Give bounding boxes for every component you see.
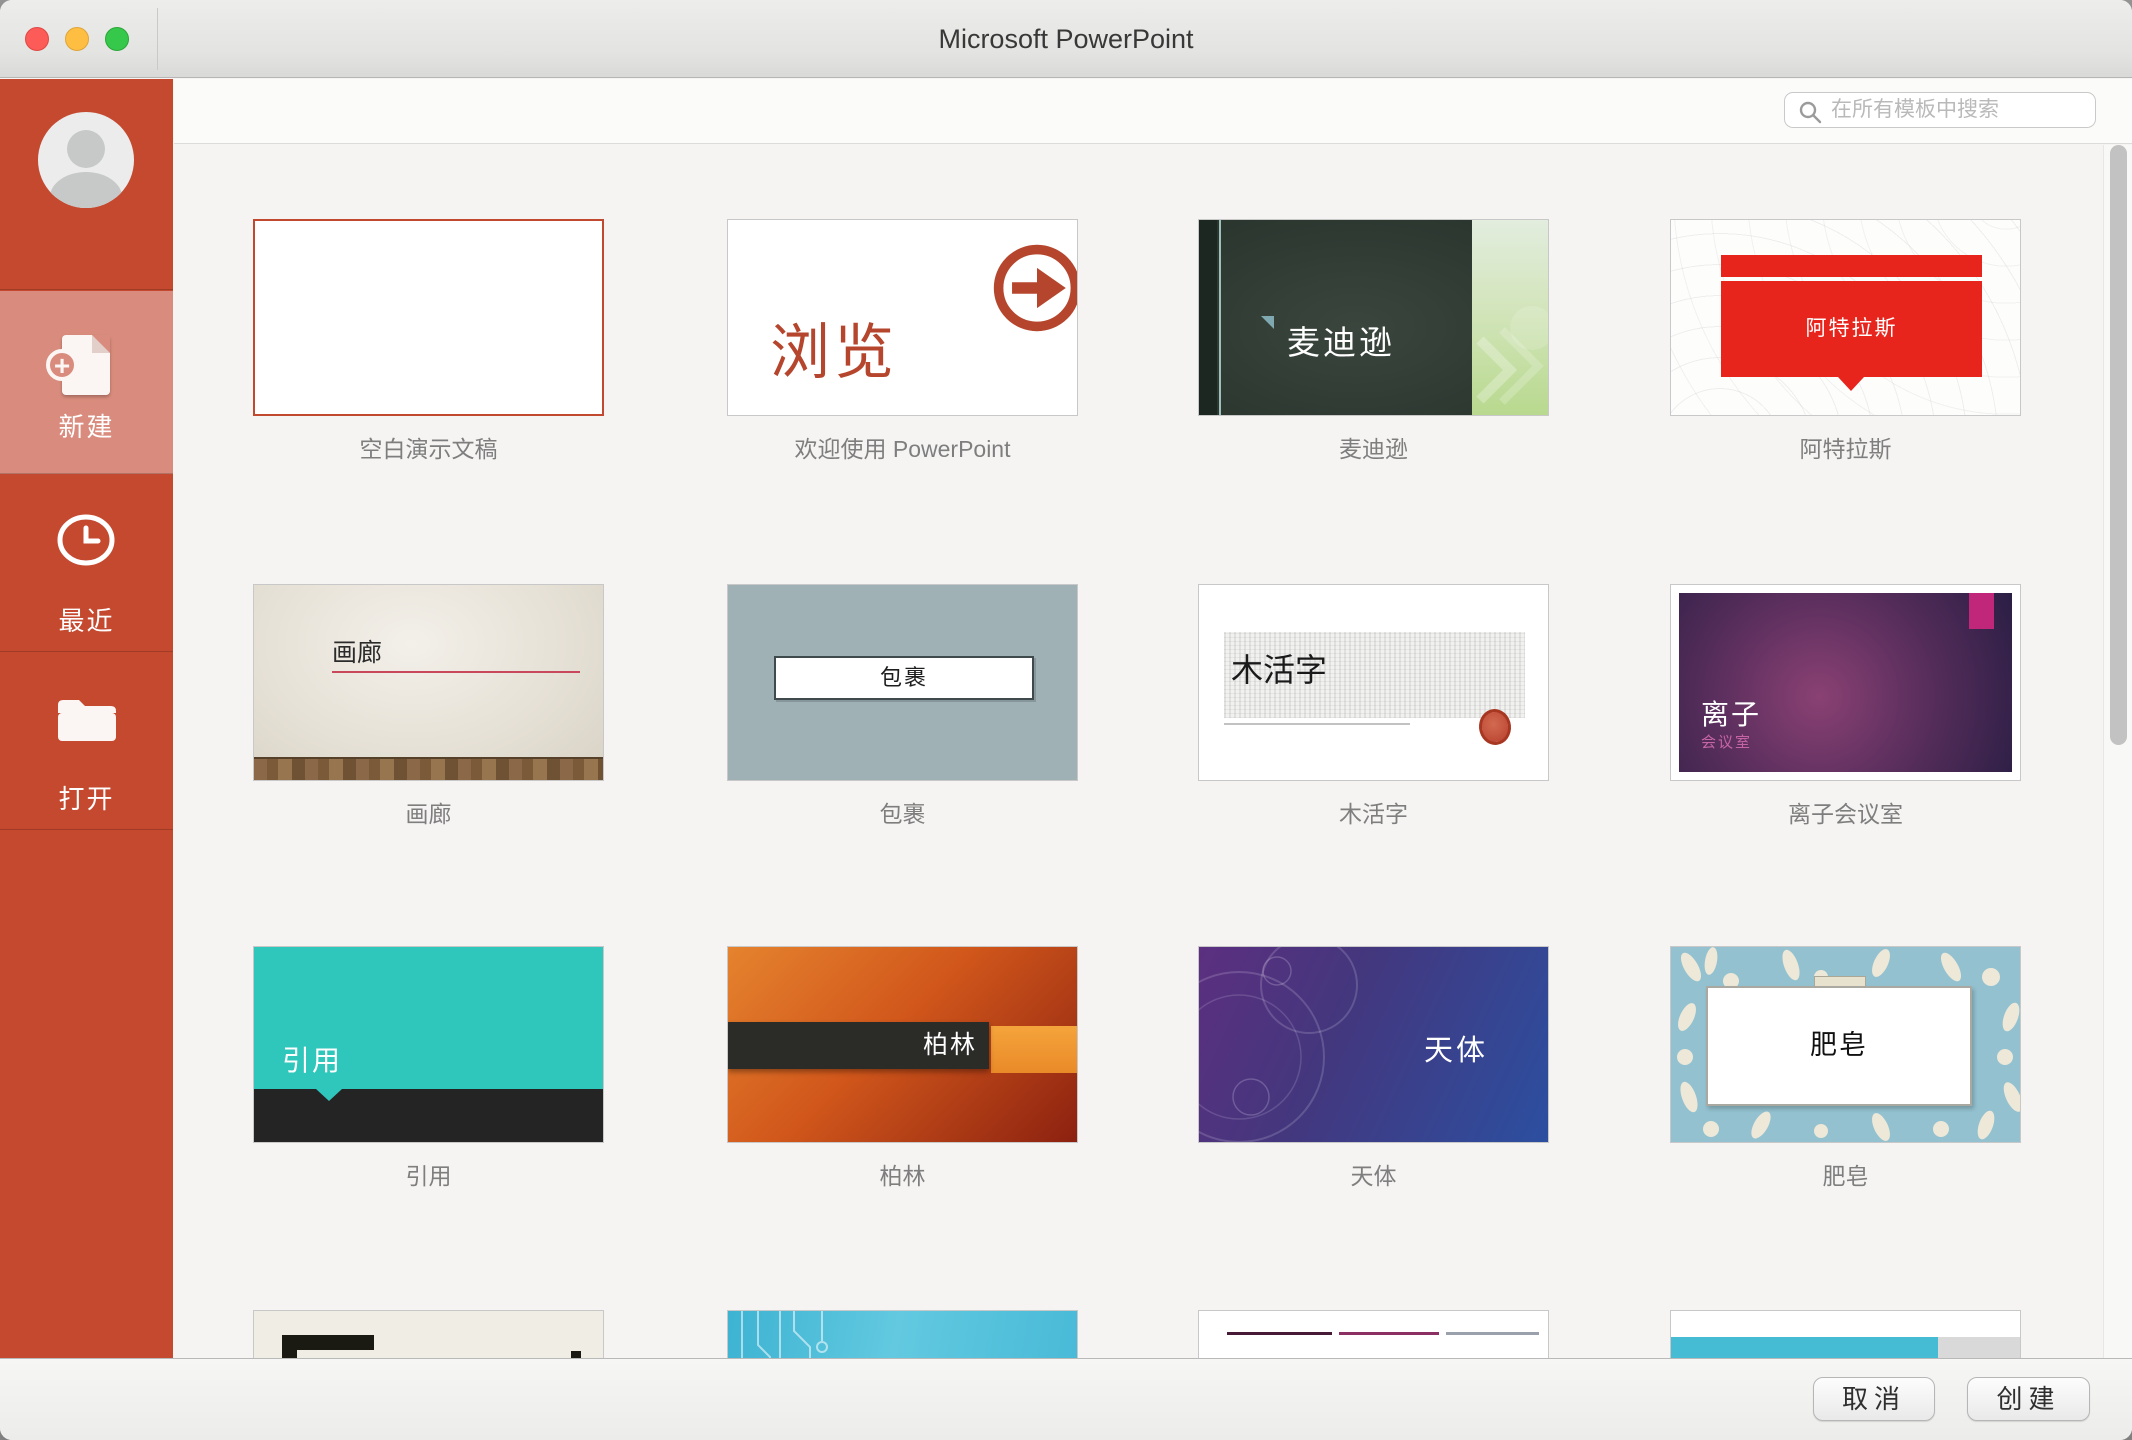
template-card-gallery[interactable]: 画廊 画廊 bbox=[253, 584, 604, 834]
template-caption: 画廊 bbox=[405, 801, 452, 827]
chevron-decoration bbox=[1476, 306, 1548, 405]
slide-title: 麦迪逊 bbox=[1287, 324, 1395, 361]
template-card-quotable[interactable]: 引用 引用 bbox=[253, 946, 604, 1196]
template-caption: 肥皂 bbox=[1822, 1163, 1869, 1189]
tab-decoration bbox=[1969, 593, 1994, 629]
template-thumbnail: 画廊 bbox=[253, 584, 604, 781]
create-button[interactable]: 创建 bbox=[1967, 1377, 2090, 1421]
template-card-atlas[interactable]: 阿特拉斯 阿特拉斯 bbox=[1670, 219, 2021, 469]
template-thumbnail: 麦迪逊 bbox=[1198, 219, 1549, 416]
sidebar-item-label: 打开 bbox=[58, 784, 115, 814]
template-caption: 欢迎使用 PowerPoint bbox=[794, 436, 1011, 462]
template-card-frame[interactable] bbox=[253, 1310, 604, 1358]
sidebar-item-open[interactable]: 打开 bbox=[0, 653, 173, 830]
scrollbar-thumb[interactable] bbox=[2110, 145, 2127, 745]
footer-bar: 取消 创建 bbox=[0, 1358, 2132, 1440]
content-header bbox=[174, 79, 2132, 144]
template-thumbnail: 离子 会议室 bbox=[1670, 584, 2021, 781]
template-thumbnail: 浏览 bbox=[727, 219, 1078, 416]
template-card-welcome[interactable]: 浏览 欢迎使用 PowerPoint bbox=[727, 219, 1078, 469]
template-card-dividend[interactable]: 红利 bbox=[1198, 1310, 1549, 1358]
template-thumbnail bbox=[727, 1310, 1078, 1358]
template-card-ion-boardroom[interactable]: 离子 会议室 离子会议室 bbox=[1670, 584, 2021, 834]
slide-title: 离子 bbox=[1701, 699, 1762, 730]
template-card-blank[interactable]: 空白演示文稿 bbox=[253, 219, 604, 469]
titlebar: Microsoft PowerPoint bbox=[0, 0, 2132, 78]
template-card-badge[interactable] bbox=[1670, 1310, 2021, 1358]
clock-icon bbox=[57, 514, 115, 566]
search-input[interactable] bbox=[1829, 95, 2084, 125]
sidebar-item-recent[interactable]: 最近 bbox=[0, 475, 173, 652]
template-thumbnail bbox=[253, 219, 604, 416]
search-icon bbox=[1799, 101, 1822, 124]
template-card-wood-type[interactable]: 木活字 木活字 bbox=[1198, 584, 1549, 834]
sidebar-item-label: 最近 bbox=[58, 606, 115, 636]
sidebar: 登录 + 新建 最近 打开 bbox=[0, 79, 173, 1358]
slide-title: 柏林 bbox=[728, 1022, 989, 1069]
template-caption: 木活字 bbox=[1339, 801, 1408, 827]
sidebar-item-label: 新建 bbox=[58, 412, 115, 442]
template-thumbnail: 木活字 bbox=[1198, 584, 1549, 781]
template-thumbnail: 天体 bbox=[1198, 946, 1549, 1143]
slide-title: 画廊 bbox=[332, 639, 383, 667]
slide-title: 阿特拉斯 bbox=[1721, 281, 1982, 377]
template-caption: 柏林 bbox=[879, 1163, 926, 1189]
template-thumbnail: 柏林 bbox=[727, 946, 1078, 1143]
template-thumbnail bbox=[1670, 1310, 2021, 1358]
template-card-soap[interactable]: 肥皂 肥皂 bbox=[1670, 946, 2021, 1196]
template-card-celestial[interactable]: 天体 天体 bbox=[1198, 946, 1549, 1196]
template-grid: 空白演示文稿 浏览 欢迎使用 PowerPoint 麦迪逊 麦迪逊 阿特拉斯 阿… bbox=[174, 145, 2132, 1358]
slide-title: 木活字 bbox=[1231, 652, 1328, 688]
orbit-decoration bbox=[1199, 947, 1358, 1142]
slide-subtitle: 会议室 bbox=[1701, 734, 1753, 751]
browse-text: 浏览 bbox=[770, 319, 898, 386]
window-title: Microsoft PowerPoint bbox=[938, 24, 1194, 54]
template-caption: 空白演示文稿 bbox=[359, 436, 498, 462]
template-card-circuit[interactable] bbox=[727, 1310, 1078, 1358]
template-caption: 离子会议室 bbox=[1788, 801, 1903, 827]
folder-icon bbox=[58, 700, 116, 741]
template-thumbnail: 阿特拉斯 bbox=[1670, 219, 2021, 416]
template-caption: 天体 bbox=[1350, 1163, 1397, 1189]
slide-title: 包裹 bbox=[774, 656, 1034, 700]
circuit-decoration bbox=[741, 1311, 828, 1358]
template-caption: 阿特拉斯 bbox=[1799, 436, 1892, 462]
powerpoint-window: Microsoft PowerPoint 登录 + 新建 最近 bbox=[0, 0, 2132, 1440]
slide-title: 肥皂 bbox=[1810, 1030, 1868, 1060]
template-thumbnail: 红利 bbox=[1198, 1310, 1549, 1358]
template-thumbnail bbox=[253, 1310, 604, 1358]
template-caption: 包裹 bbox=[879, 801, 926, 827]
sidebar-item-new[interactable]: + 新建 bbox=[0, 291, 173, 474]
wood-floor bbox=[254, 757, 603, 780]
template-card-berlin[interactable]: 柏林 柏林 bbox=[727, 946, 1078, 1196]
template-thumbnail: 引用 bbox=[253, 946, 604, 1143]
slide-title: 红利 bbox=[1227, 1351, 1287, 1358]
avatar-icon bbox=[38, 112, 134, 208]
browse-arrow-icon bbox=[993, 244, 1077, 332]
template-caption: 麦迪逊 bbox=[1339, 436, 1408, 462]
slide-title: 引用 bbox=[282, 1045, 343, 1076]
search-box[interactable] bbox=[1784, 92, 2096, 128]
template-caption: 引用 bbox=[405, 1163, 452, 1189]
template-card-parcel[interactable]: 包裹 包裹 bbox=[727, 584, 1078, 834]
slide-title: 天体 bbox=[1424, 1035, 1489, 1067]
new-document-icon: + bbox=[46, 335, 110, 395]
template-thumbnail: 肥皂 bbox=[1670, 946, 2021, 1143]
cancel-button[interactable]: 取消 bbox=[1813, 1377, 1935, 1421]
sidebar-item-sign-in[interactable]: 登录 bbox=[0, 79, 173, 346]
template-card-madison[interactable]: 麦迪逊 麦迪逊 bbox=[1198, 219, 1549, 469]
template-thumbnail: 包裹 bbox=[727, 584, 1078, 781]
